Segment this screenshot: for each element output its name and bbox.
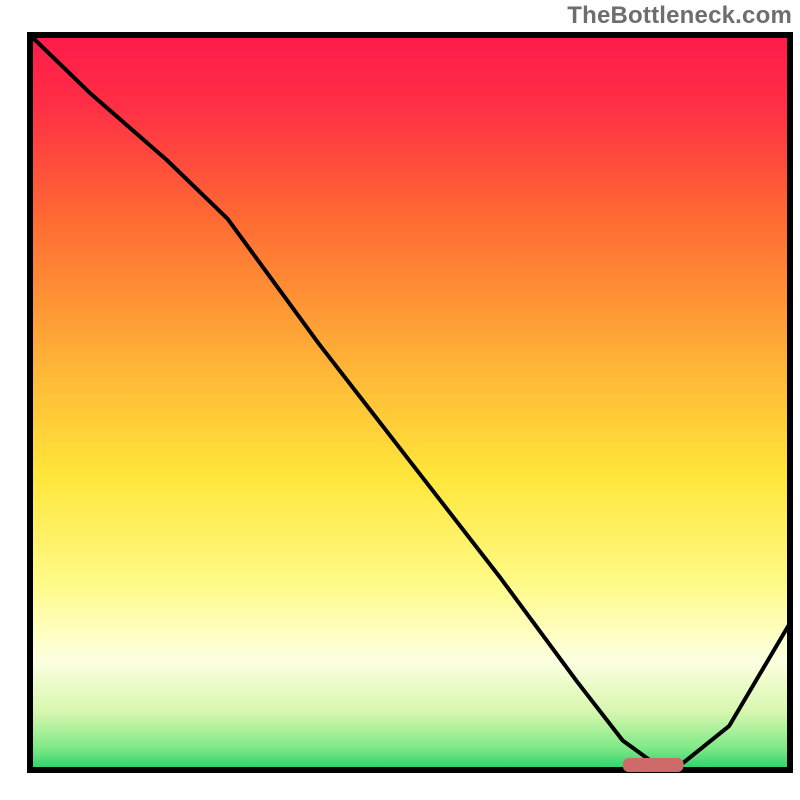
chart-stage: TheBottleneck.com	[0, 0, 800, 800]
gradient-fill	[30, 35, 790, 770]
optimal-range-marker	[623, 758, 684, 772]
bottleneck-chart	[0, 0, 800, 800]
